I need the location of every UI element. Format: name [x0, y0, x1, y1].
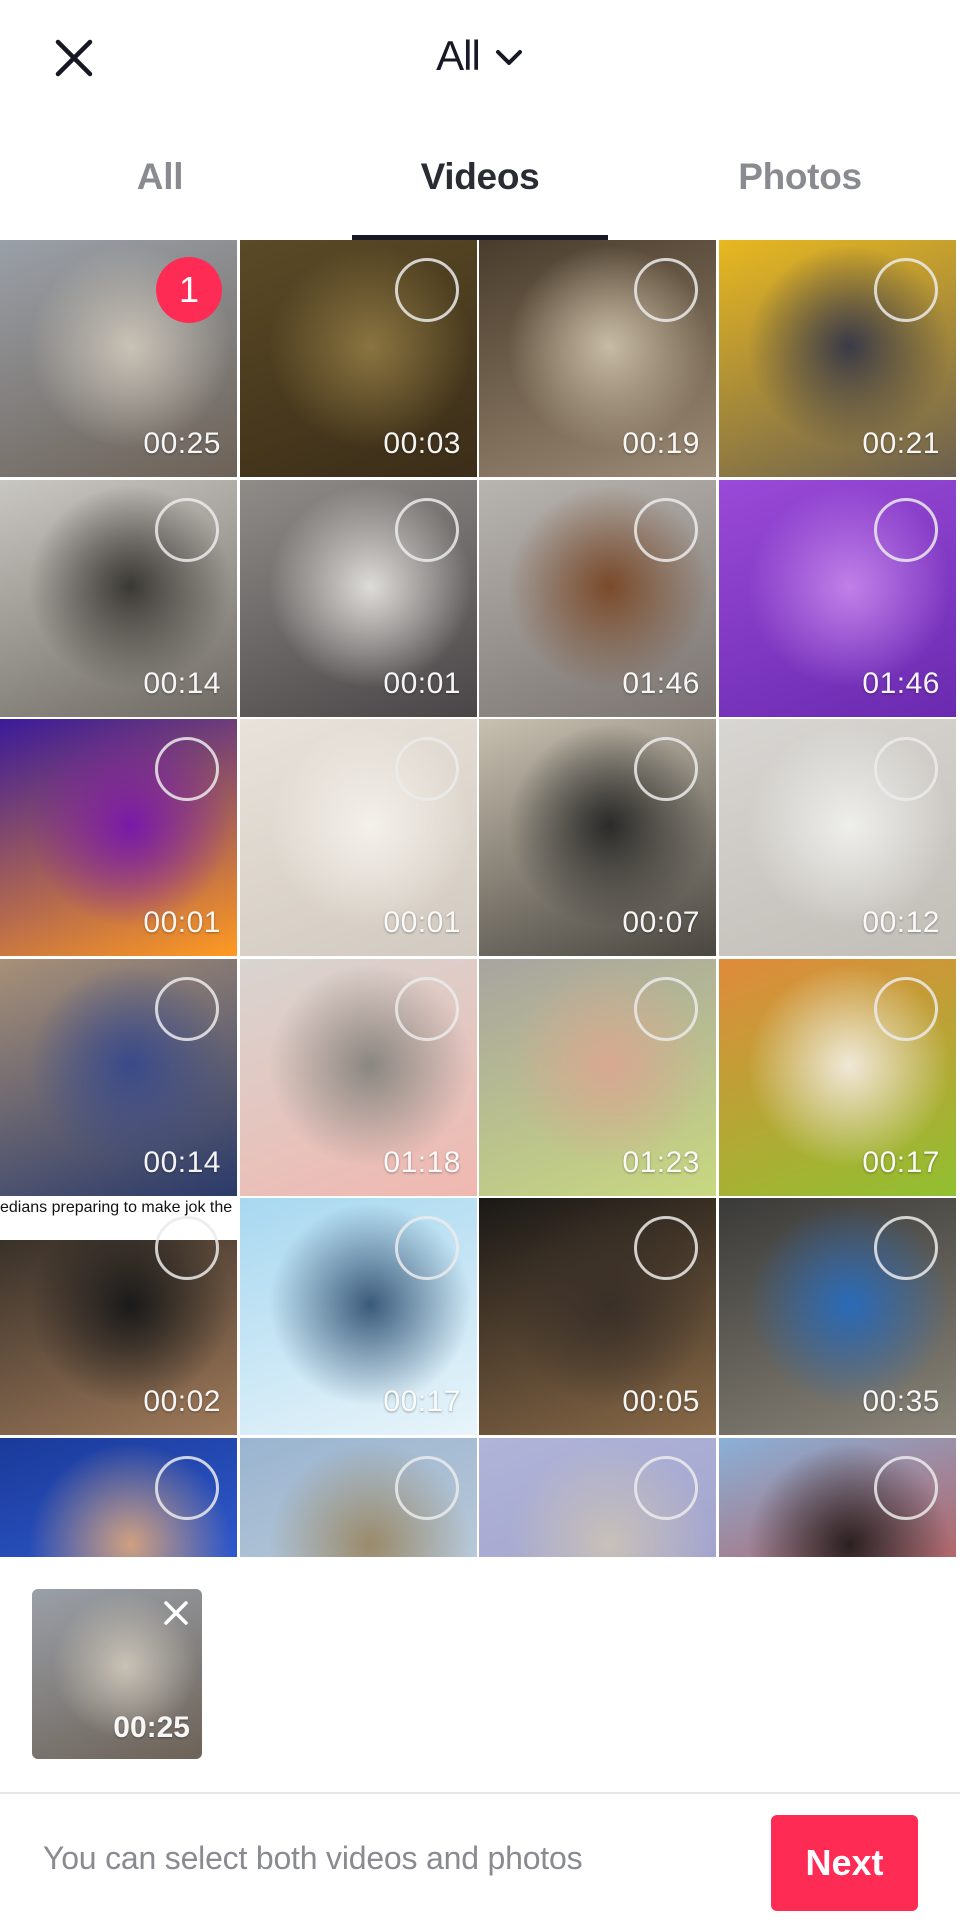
media-tile[interactable]: 00:35 — [719, 1198, 956, 1435]
header: All — [0, 0, 960, 112]
video-duration: 00:05 — [622, 1385, 700, 1418]
remove-icon[interactable] — [162, 1599, 190, 1627]
select-checkbox[interactable] — [634, 977, 698, 1041]
select-checkbox[interactable] — [634, 737, 698, 801]
select-checkbox[interactable] — [395, 977, 459, 1041]
select-checkbox[interactable] — [634, 1456, 698, 1520]
select-checkbox[interactable] — [155, 498, 219, 562]
select-checkbox[interactable] — [395, 1456, 459, 1520]
video-duration: 01:46 — [862, 667, 940, 700]
media-tile[interactable] — [479, 1438, 716, 1557]
selected-media-item[interactable]: 00:25 — [32, 1589, 202, 1759]
video-duration: 00:07 — [622, 906, 700, 939]
select-checkbox[interactable] — [874, 1216, 938, 1280]
video-duration: 00:01 — [383, 667, 461, 700]
video-duration: 00:17 — [383, 1385, 461, 1418]
video-duration: 00:25 — [143, 427, 221, 460]
media-tile[interactable]: 00:17 — [719, 959, 956, 1196]
selection-hint: You can select both videos and photos — [43, 1840, 583, 1876]
video-duration: 00:19 — [622, 427, 700, 460]
media-grid[interactable]: 1 00:25 00:03 00:19 00:21 00:14 00:01 01:46 01:4… — [0, 240, 960, 1557]
media-tile[interactable]: 1 00:25 — [0, 240, 237, 477]
media-tile[interactable]: 00:12 — [719, 719, 956, 956]
media-tile[interactable]: 00:19 — [479, 240, 716, 477]
media-tile[interactable]: 00:14 — [0, 480, 237, 717]
chevron-down-icon — [495, 50, 522, 65]
select-checkbox[interactable] — [634, 498, 698, 562]
video-duration: 00:17 — [862, 1146, 940, 1179]
select-checkbox[interactable] — [395, 737, 459, 801]
video-duration: 01:46 — [622, 667, 700, 700]
select-checkbox[interactable] — [155, 977, 219, 1041]
video-duration: 00:21 — [862, 427, 940, 460]
select-checkbox[interactable] — [874, 498, 938, 562]
video-duration: 01:18 — [383, 1146, 461, 1179]
selection-order-badge[interactable]: 1 — [156, 257, 222, 323]
media-tile[interactable]: 00:14 — [0, 959, 237, 1196]
media-tile[interactable]: 00:01 — [0, 719, 237, 956]
media-tile[interactable]: 01:46 — [479, 480, 716, 717]
video-duration: 00:01 — [143, 906, 221, 939]
media-tile[interactable]: 00:01 — [240, 719, 477, 956]
media-tile[interactable]: 00:05 — [479, 1198, 716, 1435]
select-checkbox[interactable] — [634, 1216, 698, 1280]
select-checkbox[interactable] — [395, 258, 459, 322]
media-tile[interactable]: 00:17 — [240, 1198, 477, 1435]
selected-duration: 00:25 — [113, 1711, 190, 1744]
media-tile[interactable]: 01:18 — [240, 959, 477, 1196]
media-tile[interactable] — [719, 1438, 956, 1557]
media-tile[interactable]: 00:03 — [240, 240, 477, 477]
media-tile[interactable]: 01:46 — [719, 480, 956, 717]
video-duration: 00:01 — [383, 906, 461, 939]
select-checkbox[interactable] — [155, 1456, 219, 1520]
media-tile[interactable] — [240, 1438, 477, 1557]
select-checkbox[interactable] — [395, 498, 459, 562]
video-duration: 00:03 — [383, 427, 461, 460]
select-checkbox[interactable] — [874, 977, 938, 1041]
select-checkbox[interactable] — [395, 1216, 459, 1280]
video-duration: 00:02 — [143, 1385, 221, 1418]
tab-photos[interactable]: Photos — [700, 156, 900, 216]
video-duration: 00:14 — [143, 667, 221, 700]
select-checkbox[interactable] — [874, 258, 938, 322]
select-checkbox[interactable] — [874, 1456, 938, 1520]
next-button[interactable]: Next — [771, 1815, 918, 1911]
video-duration: 00:35 — [862, 1385, 940, 1418]
selected-tray: 00:25 — [0, 1557, 960, 1792]
select-checkbox[interactable] — [634, 258, 698, 322]
select-checkbox[interactable] — [155, 1216, 219, 1280]
video-duration: 01:23 — [622, 1146, 700, 1179]
media-tile[interactable]: edians preparing to make jok the Oscar's… — [0, 1198, 237, 1435]
media-tile[interactable] — [0, 1438, 237, 1557]
media-tile[interactable]: 01:23 — [479, 959, 716, 1196]
video-duration: 00:14 — [143, 1146, 221, 1179]
tab-videos[interactable]: Videos — [350, 156, 610, 216]
media-tile[interactable]: 00:07 — [479, 719, 716, 956]
footer-divider — [0, 1792, 960, 1794]
select-checkbox[interactable] — [874, 737, 938, 801]
media-tile[interactable]: 00:21 — [719, 240, 956, 477]
media-tile[interactable]: 00:01 — [240, 480, 477, 717]
video-duration: 00:12 — [862, 906, 940, 939]
album-label: All — [436, 32, 481, 79]
select-checkbox[interactable] — [155, 737, 219, 801]
media-type-tabs: All Videos Photos — [0, 140, 960, 240]
tab-all[interactable]: All — [60, 156, 260, 216]
album-selector[interactable]: All — [0, 28, 960, 84]
